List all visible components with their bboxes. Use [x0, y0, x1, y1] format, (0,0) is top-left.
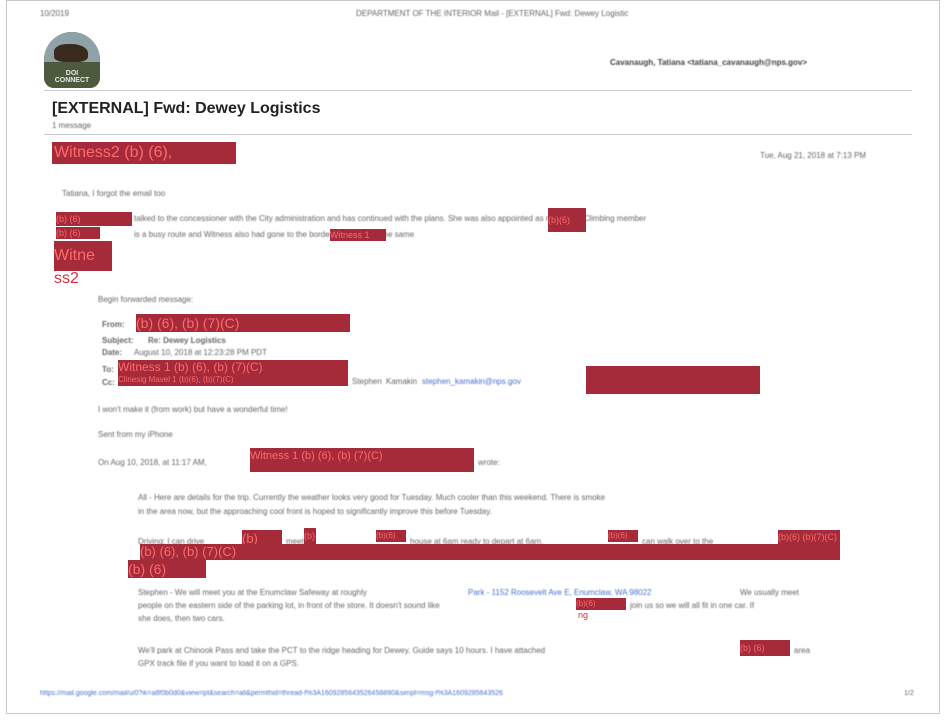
stephen-line1: Stephen - We will meet you at the Enumcl… — [138, 588, 367, 597]
safeway-address-link[interactable]: Park - 1152 Roosevelt Ave E, Enumclaw, W… — [468, 588, 652, 597]
email-subject: [EXTERNAL] Fwd: Dewey Logistics — [52, 100, 321, 117]
redaction-box: (b)(6) — [548, 208, 586, 232]
redaction-from: (b) (6), (b) (7)(C) — [136, 314, 350, 332]
sent-from: Sent from my iPhone — [98, 430, 173, 439]
cc-label: Cc: — [102, 378, 115, 387]
redaction-box: (b) — [304, 528, 316, 544]
stephen-line2: people on the eastern side of the parkin… — [138, 601, 440, 610]
redaction-on-date: Witness 1 (b) (6), (b) (7)(C) — [250, 448, 474, 472]
begin-forwarded: Begin forwarded message: — [98, 295, 194, 304]
quoted-p1-line2: in the area now, but the approaching coo… — [138, 507, 492, 516]
bison-icon — [54, 44, 88, 62]
quoted-p1-line1: All - Here are details for the trip. Cur… — [138, 493, 606, 502]
redaction-box: (b)(6) (b)(7)(C) — [778, 530, 840, 544]
park-line1: We'll park at Chinook Pass and take the … — [138, 646, 546, 655]
recipient: Cavanaugh, Tatiana <tatiana_cavanaugh@np… — [610, 58, 808, 67]
on-date-suffix: wrote: — [478, 458, 500, 467]
redaction-box: Witne — [54, 241, 112, 271]
redaction-box: (b)(6) — [608, 530, 638, 542]
subject-label: Subject: — [102, 336, 134, 345]
logo-text: DOI CONNECT — [44, 70, 100, 84]
reply-line: I won't make it (from work) but have a w… — [98, 405, 288, 414]
message-count: 1 message — [52, 121, 92, 130]
stephen-line3: she does, then two cars. — [138, 614, 225, 623]
park-line2: GPX track file if you want to load it on… — [138, 659, 299, 668]
date-label: Date: — [102, 348, 123, 357]
divider-subject — [44, 134, 912, 135]
redaction-cc-right — [586, 366, 760, 394]
cc-email-link[interactable]: stephen_kamakin@nps.gov — [422, 377, 521, 386]
to-label: To: — [102, 365, 114, 374]
cc-name: Kamakin — [386, 377, 418, 386]
on-date-prefix: On Aug 10, 2018, at 11:17 AM, — [98, 458, 207, 467]
doi-connect-logo: DOI CONNECT — [44, 32, 100, 88]
redaction-overflow-text: ss2 — [54, 270, 79, 287]
redaction-box: (b)(6) — [376, 530, 406, 542]
logo-line1: DOI — [65, 70, 79, 77]
print-date: 10/2019 — [40, 9, 69, 18]
intro-line: Tatiana, I forgot the email too — [62, 189, 166, 198]
sent-time: Tue, Aug 21, 2018 at 7:13 PM — [760, 151, 866, 160]
fwd-date: August 10, 2018 at 12:23:28 PM PDT — [134, 348, 267, 357]
from-label: From: — [102, 320, 125, 329]
fwd-subject: Re: Dewey Logistics — [148, 336, 226, 345]
print-window-title: DEPARTMENT OF THE INTERIOR Mail - [EXTER… — [356, 9, 629, 18]
redaction-box: (b) (6) — [56, 212, 132, 226]
redaction-box: (b) (6), (b) (7)(C) — [140, 544, 840, 560]
stephen-line2b: join us so we will all fit in one car. I… — [630, 601, 755, 610]
redaction-box: (b) (6) — [128, 560, 206, 578]
logo-line2: CONNECT — [54, 77, 90, 84]
footer-url[interactable]: https://mail.google.com/mail/u/0?ik=a8f0… — [40, 690, 720, 697]
redaction-box: (b)(6) — [576, 598, 626, 610]
footer-page-number: 1/2 — [904, 690, 914, 697]
redaction-box: Witness 1 — [330, 229, 386, 241]
sender-redaction: Witness2 (b) (6), — [52, 142, 236, 164]
redaction-box: (b) (6) — [740, 640, 790, 656]
divider-top — [44, 90, 912, 91]
redaction-box: (b) (6) — [56, 227, 100, 239]
cc-mid: Stephen — [352, 377, 382, 386]
redaction-to: Witness 1 (b) (6), (b) (7)(C) — [118, 360, 348, 374]
redaction-cc: Clinesig Mavel 1 (b)(6), (b)(7)(C) — [118, 374, 348, 386]
redaction-overflow-text: ng — [578, 610, 589, 620]
park-line1b: area — [794, 646, 811, 655]
stephen-line1b: We usually meet — [740, 588, 799, 597]
